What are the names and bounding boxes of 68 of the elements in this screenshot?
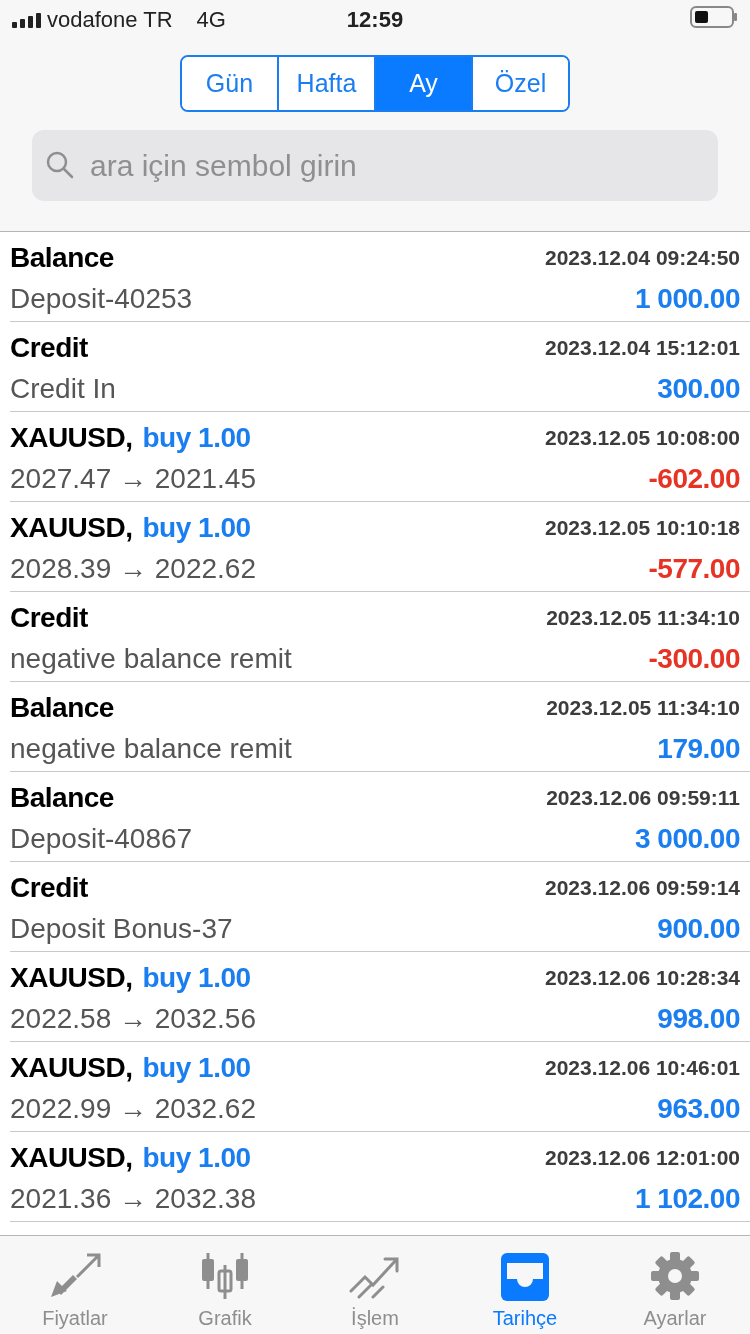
search-icon [46,151,74,179]
entry-title: Balance [10,242,114,274]
carrier-name: vodafone TR [47,7,173,33]
tab-bar-item[interactable]: Fiyatlar [0,1236,150,1334]
entry-detail: negative balance remit [10,733,293,765]
tab-bar-item[interactable]: Tarihçe [450,1236,600,1334]
entry-datetime: 2023.12.05 10:10:18 [545,516,740,540]
period-tab[interactable]: Özel [471,57,568,110]
network-type: 4G [196,7,226,33]
entry-title: XAUUSD, [10,512,133,544]
entry-amount: 963.00 [657,1093,740,1125]
entry-amount: 900.00 [657,913,740,945]
entry-datetime: 2023.12.05 10:08:00 [545,426,740,450]
entry-datetime: 2023.12.06 10:28:34 [545,966,740,990]
period-tab[interactable]: Hafta [277,57,374,110]
entry-title: XAUUSD, [10,962,133,994]
entry-amount: -300.00 [648,643,740,675]
signal-icon [12,12,41,28]
order-type: buy 1.00 [142,422,251,454]
entry-amount: 3 000.00 [635,823,740,855]
entry-amount: -602.00 [648,463,740,495]
tab-bar-item[interactable]: Ayarlar [600,1236,750,1334]
order-type: buy 1.00 [142,1142,251,1174]
entry-title: Credit [10,602,88,634]
clock-time: 12:59 [346,7,404,33]
entry-amount: 1 102.00 [635,1183,740,1215]
entry-datetime: 2023.12.06 09:59:11 [546,786,740,810]
entry-detail: 2021.36 → 2032.38 [10,1183,257,1215]
entry-amount: 300.00 [657,373,740,405]
entry-detail: Credit In [10,373,117,405]
settings-icon [650,1251,700,1301]
entry-amount: 1 000.00 [635,283,740,315]
entry-datetime: 2023.12.05 11:34:10 [546,606,740,630]
entry-title: XAUUSD, [10,1142,133,1174]
period-tab[interactable]: Ay [374,57,471,110]
entry-detail: 2028.39 → 2022.62 [10,553,257,585]
entry-detail: negative balance remit [10,643,293,675]
entry-detail: Deposit-40867 [10,823,194,855]
entry-datetime: 2023.12.06 09:59:14 [545,876,740,900]
entry-datetime: 2023.12.05 11:34:10 [546,696,740,720]
order-type: buy 1.00 [142,512,251,544]
entry-detail: Deposit-40253 [10,283,194,315]
battery-icon [690,6,738,28]
order-type: buy 1.00 [142,962,251,994]
search-field[interactable]: ara için sembol girin [32,130,718,201]
entry-title: Credit [10,332,88,364]
entry-datetime: 2023.12.04 09:24:50 [545,246,740,270]
tab-bar-item[interactable]: Grafik [150,1236,300,1334]
inbox-icon [499,1251,551,1301]
entry-title: XAUUSD, [10,1052,133,1084]
entry-title: Credit [10,872,88,904]
period-tab[interactable]: Gün [182,57,277,110]
entry-detail: 2027.47 → 2021.45 [10,463,257,495]
tab-bar-item[interactable]: İşlem [300,1236,450,1334]
entry-title: XAUUSD, [10,422,133,454]
entry-datetime: 2023.12.06 12:01:00 [545,1146,740,1170]
order-type: buy 1.00 [142,1052,251,1084]
entry-amount: -577.00 [648,553,740,585]
entry-detail: 2022.58 → 2032.56 [10,1003,257,1035]
entry-detail: Deposit Bonus-37 [10,913,234,945]
candlestick-icon [199,1251,251,1301]
entry-amount: 179.00 [657,733,740,765]
entry-title: Balance [10,692,114,724]
entry-detail: 2022.99 → 2032.62 [10,1093,257,1125]
entry-datetime: 2023.12.06 10:46:01 [545,1056,740,1080]
entry-datetime: 2023.12.04 15:12:01 [545,336,740,360]
entry-title: Balance [10,782,114,814]
entry-amount: 998.00 [657,1003,740,1035]
